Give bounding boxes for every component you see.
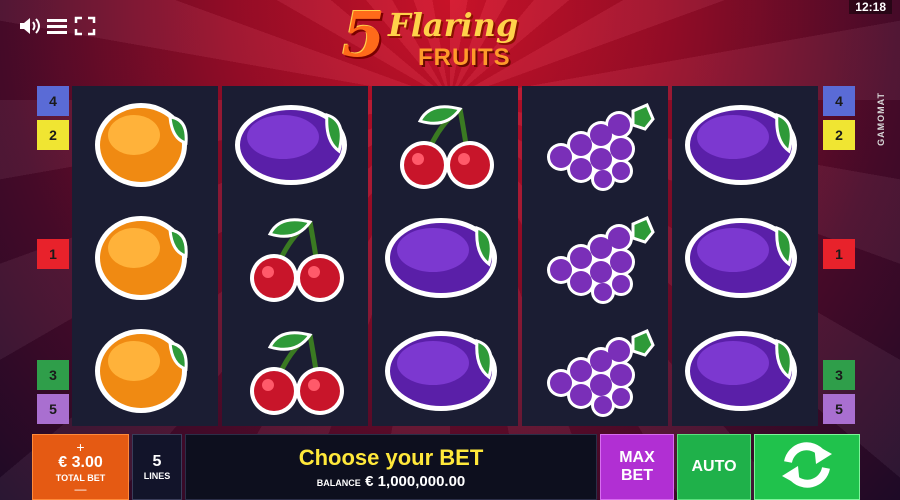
max-bet-button[interactable]: MAX BET <box>600 434 674 500</box>
top-bar: 5 Flaring FRUITS 12:18 <box>0 0 900 71</box>
lines-label: LINES <box>143 471 171 481</box>
message-text: Choose your BET <box>298 445 484 470</box>
total-bet-value: € 3.00 <box>58 454 103 471</box>
logo-word-fruits: FRUITS <box>418 44 511 71</box>
plum-symbol <box>672 199 818 312</box>
balance-value: € 1,000,000.00 <box>365 473 466 490</box>
line-indicator-2[interactable]: 2 <box>37 120 69 150</box>
line-indicator-4[interactable]: 4 <box>823 86 855 116</box>
bet-increase-button[interactable]: + <box>33 440 128 454</box>
plum-symbol <box>222 86 368 199</box>
lines-display: 5 LINES <box>132 434 182 500</box>
speaker-icon[interactable] <box>18 16 42 41</box>
orange-symbol <box>72 312 218 425</box>
line-indicator-1[interactable]: 1 <box>823 239 855 269</box>
total-bet-control[interactable]: + € 3.00 TOTAL BET — <box>32 434 129 500</box>
hamburger-menu-icon[interactable] <box>46 16 68 41</box>
balance-label: BALANCE <box>316 478 361 488</box>
line-indicator-3[interactable]: 3 <box>823 360 855 390</box>
brand-label: GAMOMAT <box>876 92 886 146</box>
spin-button[interactable] <box>754 434 860 500</box>
plum-symbol <box>372 312 518 425</box>
line-indicator-1[interactable]: 1 <box>37 239 69 269</box>
plum-symbol <box>372 199 518 312</box>
fullscreen-icon[interactable] <box>74 16 96 41</box>
line-indicator-3[interactable]: 3 <box>37 360 69 390</box>
reel-3 <box>372 86 518 426</box>
plum-symbol <box>672 86 818 199</box>
clock-time: 12:18 <box>849 0 892 14</box>
grapes-symbol <box>522 312 668 425</box>
reel-5 <box>672 86 818 426</box>
grapes-symbol <box>522 86 668 199</box>
logo-word-flaring: Flaring <box>388 6 519 44</box>
spin-arrows-icon <box>778 440 836 495</box>
orange-symbol <box>72 199 218 312</box>
message-box: Choose your BET BALANCE € 1,000,000.00 <box>185 434 597 500</box>
auto-button[interactable]: AUTO <box>677 434 751 500</box>
bottom-panel: + € 3.00 TOTAL BET — 5 LINES Choose your… <box>0 432 900 500</box>
line-indicator-4[interactable]: 4 <box>37 86 69 116</box>
lines-value: 5 <box>152 453 162 470</box>
line-indicator-2[interactable]: 2 <box>823 120 855 150</box>
line-indicator-5[interactable]: 5 <box>37 394 69 424</box>
line-indicator-5[interactable]: 5 <box>823 394 855 424</box>
cherry-symbol <box>222 199 368 312</box>
logo-number: 5 <box>342 0 386 71</box>
plum-symbol <box>672 312 818 425</box>
bet-decrease-button[interactable]: — <box>33 483 128 495</box>
reel-1 <box>72 86 218 426</box>
reels-area <box>72 86 818 426</box>
orange-symbol <box>72 86 218 199</box>
game-logo: 5 Flaring FRUITS <box>340 0 560 72</box>
reel-2 <box>222 86 368 426</box>
reel-4 <box>522 86 668 426</box>
cherry-symbol <box>222 312 368 425</box>
cherry-symbol <box>372 86 518 199</box>
grapes-symbol <box>522 199 668 312</box>
